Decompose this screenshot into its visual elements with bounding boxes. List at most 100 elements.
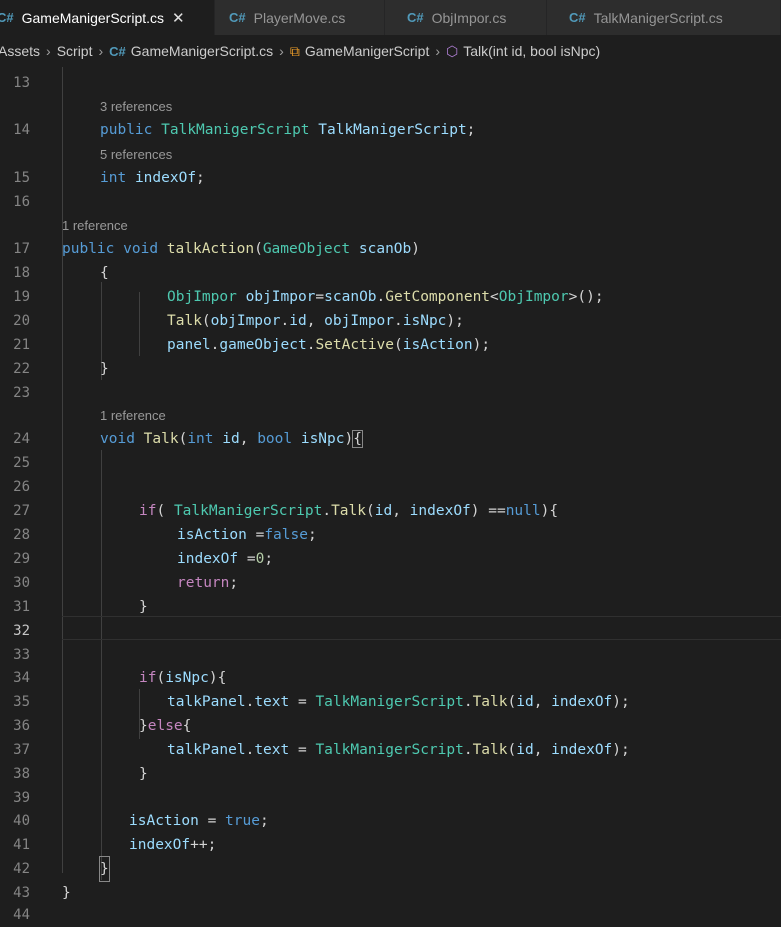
- token: =: [289, 742, 316, 758]
- code-line-38: 38}: [0, 762, 781, 786]
- token: return: [177, 575, 230, 591]
- code-line-29: 29 indexOf =0;: [0, 547, 781, 571]
- line-number: 13: [13, 75, 30, 91]
- code-line-25: 25: [0, 451, 781, 475]
- code-line-20: 20 Talk(objImpor.id, objImpor.isNpc);: [0, 309, 781, 333]
- token: ,: [306, 313, 325, 329]
- token: isAction: [129, 813, 199, 829]
- token: <: [490, 289, 499, 305]
- code-line-36: 36}else{: [0, 714, 781, 738]
- code-line-42: 42}: [0, 856, 781, 882]
- codelens-references[interactable]: 1 reference: [100, 407, 166, 425]
- line-number: 27: [13, 503, 30, 519]
- token: if: [139, 503, 157, 519]
- token: public: [100, 122, 153, 138]
- tab-objimpor[interactable]: C# ObjImpor.cs: [385, 0, 547, 35]
- line-number: 15: [13, 170, 30, 186]
- line-number: 34: [13, 670, 30, 686]
- line-number: 37: [13, 742, 30, 758]
- token: }: [139, 766, 148, 782]
- token: isNpc: [300, 431, 345, 447]
- breadcrumb-assets[interactable]: Assets: [0, 43, 40, 59]
- token: ): [411, 241, 420, 257]
- token: {: [100, 265, 109, 281]
- token: }: [139, 599, 148, 615]
- token: indexOf: [409, 503, 471, 519]
- code-line-18: 18 {: [0, 261, 781, 285]
- token: objImpor: [245, 289, 316, 305]
- code-line-21: 21 panel.gameObject.SetActive(isAction);: [0, 333, 781, 357]
- token: .: [245, 694, 255, 710]
- code-line-17: 17 public void talkAction(GameObject scan…: [0, 237, 781, 261]
- line-number: 23: [13, 385, 30, 401]
- close-icon[interactable]: ✕: [172, 9, 185, 27]
- breadcrumb-class[interactable]: GameManigerScript: [305, 43, 430, 59]
- code-line-40: 40 isAction = true;: [0, 809, 781, 833]
- token: ,: [533, 742, 552, 758]
- token: SetActive: [315, 337, 395, 353]
- code-line-34: 34 if(isNpc){: [0, 666, 781, 690]
- token: int: [187, 431, 214, 447]
- csharp-file-icon: C#: [229, 10, 246, 25]
- token: void: [123, 241, 159, 257]
- token: (: [156, 503, 174, 519]
- token: ;: [196, 170, 205, 186]
- token: bool: [257, 431, 293, 447]
- breadcrumb-method[interactable]: Talk(int id, bool isNpc): [463, 43, 600, 59]
- token: =: [238, 551, 256, 567]
- csharp-file-icon: C#: [109, 43, 126, 59]
- token: indexOf: [134, 170, 197, 186]
- token: objImpor: [324, 313, 395, 329]
- line-number: 44: [13, 907, 30, 923]
- token: GameObject: [262, 241, 351, 257]
- token: =: [315, 289, 325, 305]
- token: ;: [307, 527, 317, 543]
- code-line-43: 43}: [0, 881, 781, 905]
- token: .: [394, 313, 403, 329]
- token: (: [201, 313, 211, 329]
- token: TalkManigerScript: [161, 122, 310, 138]
- token: ): [344, 431, 354, 447]
- token: =: [246, 527, 265, 543]
- token: );: [612, 694, 630, 710]
- line-number: 32: [13, 623, 30, 639]
- token: public: [62, 241, 115, 257]
- token: isNpc: [165, 670, 209, 686]
- code-editor[interactable]: 13 3 references 14 public TalkManigerScri…: [0, 67, 781, 923]
- breadcrumb-script[interactable]: Script: [57, 43, 93, 59]
- token: }: [139, 718, 148, 734]
- tab-gamemanigerscript[interactable]: C# GameManigerScript.cs ✕: [0, 0, 215, 35]
- line-number: 41: [13, 837, 30, 853]
- line-number: 20: [13, 313, 30, 329]
- codelens-references[interactable]: 5 references: [100, 146, 172, 164]
- token: ;: [264, 551, 274, 567]
- tab-label: TalkManigerScript.cs: [593, 9, 723, 26]
- token: TalkManigerScript: [173, 503, 323, 519]
- token: .: [463, 694, 473, 710]
- token: ;: [466, 122, 476, 138]
- token: =: [289, 694, 316, 710]
- codelens-references[interactable]: 3 references: [100, 98, 172, 116]
- token: =: [198, 813, 226, 829]
- token: ++;: [190, 837, 217, 853]
- breadcrumb-file[interactable]: GameManigerScript.cs: [131, 43, 273, 59]
- token: (: [394, 337, 403, 353]
- line-number: 24: [13, 431, 30, 447]
- token: id: [222, 431, 240, 447]
- token: Talk: [472, 694, 508, 710]
- tab-playermove[interactable]: C# PlayerMove.cs: [215, 0, 385, 35]
- token: indexOf: [551, 694, 613, 710]
- line-number: 29: [13, 551, 30, 567]
- tab-label: ObjImpor.cs: [431, 9, 507, 26]
- code-line-22: 22}: [0, 357, 781, 381]
- line-number: 39: [13, 790, 30, 806]
- token: int: [100, 170, 127, 186]
- tab-talkmanigerscript[interactable]: C# TalkManigerScript.cs: [547, 0, 781, 35]
- line-number: 42: [13, 861, 30, 877]
- codelens-references[interactable]: 1 reference: [62, 217, 128, 235]
- token: (: [507, 742, 517, 758]
- token: ObjImpor: [498, 289, 569, 305]
- chevron-right-icon: ›: [279, 43, 284, 59]
- bracket-match: }: [99, 856, 110, 882]
- token: panel: [167, 337, 211, 353]
